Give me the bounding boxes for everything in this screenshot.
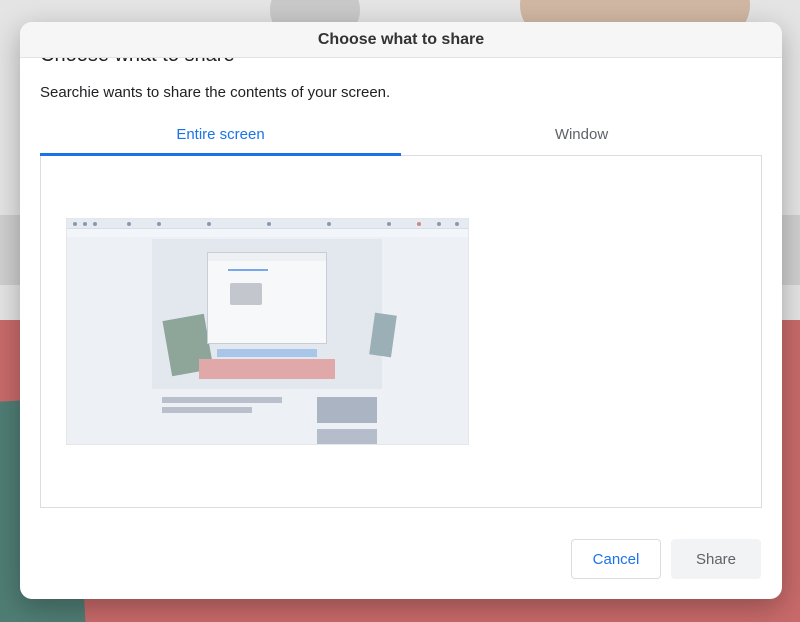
thumbnail-text-line <box>162 397 282 403</box>
tab-entire-screen[interactable]: Entire screen <box>40 122 401 156</box>
thumbnail-browser-toolbar <box>67 219 468 229</box>
thumbnail-image-box <box>317 397 377 423</box>
dialog-description: Searchie wants to share the contents of … <box>40 84 391 101</box>
thumbnail-dialog <box>207 252 327 344</box>
screen-thumbnail[interactable] <box>66 218 469 445</box>
share-screen-dialog: Choose what to share Choose what to shar… <box>20 22 782 599</box>
thumbnail-bookmarks-bar <box>67 229 468 237</box>
printer-icon <box>230 283 262 305</box>
thumbnail-image-box <box>317 429 377 444</box>
share-button[interactable]: Share <box>671 539 761 579</box>
thumbnail-red-button <box>199 359 335 379</box>
dialog-title: Choose what to share <box>317 30 485 48</box>
source-list-panel <box>40 156 762 508</box>
tab-window[interactable]: Window <box>401 122 762 155</box>
dialog-titlebar: Choose what to share <box>20 22 782 58</box>
thumbnail-book-image <box>369 312 397 358</box>
share-source-tabs: Entire screen Window <box>40 122 762 156</box>
thumbnail-blue-button <box>217 349 317 357</box>
cancel-button[interactable]: Cancel <box>571 539 661 579</box>
thumbnail-text-line <box>162 407 252 413</box>
